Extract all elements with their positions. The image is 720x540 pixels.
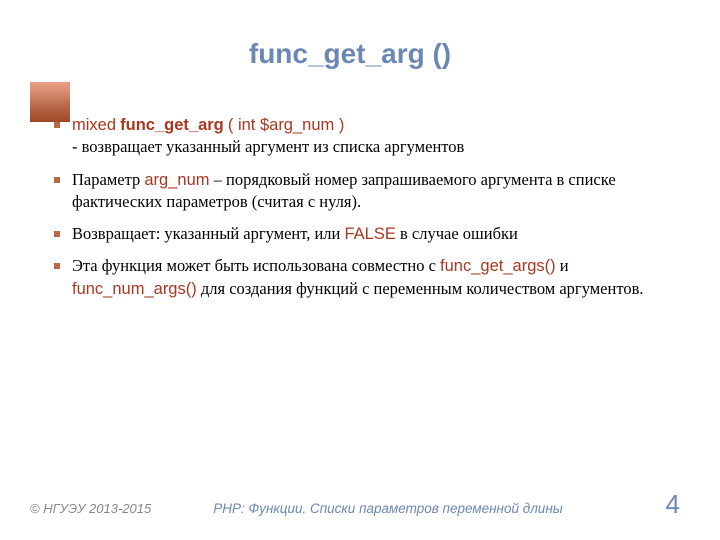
desc-text: возвращает указанный аргумент из списка … xyxy=(82,137,465,156)
text: и xyxy=(556,256,569,275)
signature-type: mixed xyxy=(72,116,116,134)
slide: func_get_arg () mixed func_get_arg ( int… xyxy=(0,0,720,540)
signature-args: ( int $arg_num ) xyxy=(228,116,344,134)
list-item: mixed func_get_arg ( int $arg_num ) - во… xyxy=(50,114,670,159)
list-item: Эта функция может быть использована совм… xyxy=(50,255,670,300)
text: для создания функций с переменным количе… xyxy=(197,279,644,298)
desc-prefix: - xyxy=(72,137,82,156)
list-item: Возвращает: указанный аргумент, или FALS… xyxy=(50,223,670,245)
text: Параметр xyxy=(72,170,144,189)
signature-name: func_get_arg xyxy=(120,116,224,134)
text: Возвращает: указанный аргумент, или xyxy=(72,224,345,243)
page-number: 4 xyxy=(666,489,680,520)
code: FALSE xyxy=(345,225,396,243)
footer-text: PHP: Функции. Списки параметров переменн… xyxy=(213,501,562,516)
page-title: func_get_arg () xyxy=(30,38,670,70)
code: func_num_args() xyxy=(72,280,197,298)
copyright: © НГУЭУ 2013-2015 xyxy=(30,501,151,516)
title-area: func_get_arg () xyxy=(30,38,670,70)
list-item: Параметр arg_num – порядковый номер запр… xyxy=(50,169,670,214)
code: arg_num xyxy=(144,171,209,189)
content: mixed func_get_arg ( int $arg_num ) - во… xyxy=(50,114,670,300)
code: func_get_args() xyxy=(440,257,556,275)
footer: © НГУЭУ 2013-2015 PHP: Функции. Списки п… xyxy=(30,489,680,520)
text: в случае ошибки xyxy=(396,224,518,243)
text: Эта функция может быть использована совм… xyxy=(72,256,440,275)
bullet-list: mixed func_get_arg ( int $arg_num ) - во… xyxy=(50,114,670,300)
